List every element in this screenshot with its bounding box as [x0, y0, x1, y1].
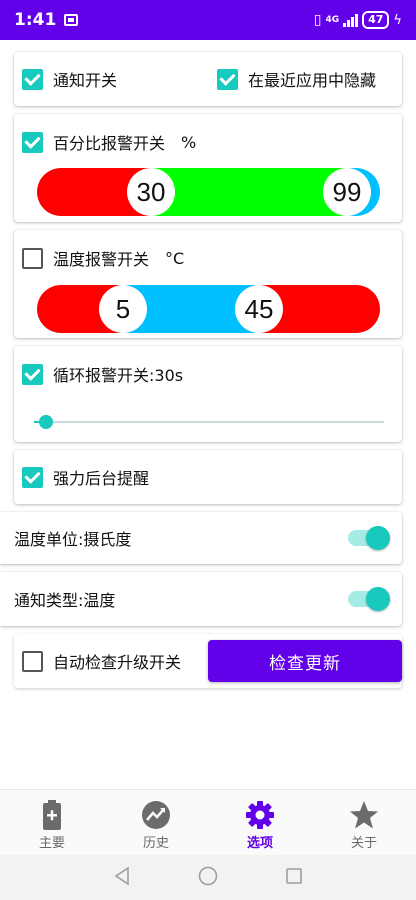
chart-trend-icon [141, 798, 171, 832]
percent-unit: % [181, 132, 197, 152]
percent-range-bar[interactable]: 30 99 [37, 168, 380, 216]
temp-high-knob[interactable]: 45 [235, 285, 283, 333]
temp-unit: °C [165, 248, 185, 268]
notify-switch[interactable]: 通知开关 [22, 67, 117, 91]
temp-unit-label: 温度单位:摄氏度 [14, 530, 132, 549]
nav-about-label: 关于 [350, 836, 377, 851]
foreground-checkbox[interactable] [22, 466, 43, 488]
temp-alarm-checkbox[interactable] [22, 247, 43, 269]
auto-update-label: 自动检查升级开关 [53, 653, 182, 672]
status-time: 1:41 [14, 10, 57, 30]
recents-icon[interactable] [286, 867, 302, 888]
loop-slider-track[interactable] [34, 421, 384, 423]
home-icon[interactable] [198, 866, 218, 890]
temp-unit-row[interactable]: 温度单位:摄氏度 [0, 512, 402, 564]
notify-type-row[interactable]: 通知类型:温度 [0, 572, 402, 626]
vibrate-icon: ▯ [313, 12, 322, 28]
back-icon[interactable] [114, 866, 130, 889]
temp-alarm-toggle[interactable]: 温度报警开关 °C [22, 246, 184, 270]
hide-recents-switch[interactable]: 在最近应用中隐藏 [217, 67, 376, 91]
hide-recents-label: 在最近应用中隐藏 [248, 71, 377, 90]
percent-high-knob[interactable]: 99 [323, 168, 371, 216]
hide-recents-checkbox[interactable] [217, 68, 239, 90]
battery-level: 47 [362, 11, 390, 29]
percent-range-mid [151, 168, 347, 216]
loop-alarm-card: 循环报警开关:30s [14, 346, 402, 442]
temp-alarm-card: 温度报警开关 °C 5 45 [14, 230, 402, 338]
gear-icon [245, 798, 275, 832]
loop-alarm-checkbox[interactable] [22, 363, 43, 385]
temp-range-bar[interactable]: 5 45 [37, 285, 380, 333]
sim-card-icon [64, 14, 79, 26]
update-card: 自动检查升级开关 检查更新 [14, 634, 402, 688]
nav-main[interactable]: 主要 [0, 790, 104, 855]
percent-alarm-card: 百分比报警开关 % 30 99 [14, 114, 402, 222]
nav-history-label: 历史 [142, 836, 169, 851]
percent-alarm-label: 百分比报警开关 [53, 134, 166, 153]
nav-options-label: 选项 [246, 836, 273, 851]
nav-about[interactable]: 关于 [312, 790, 416, 855]
status-icons: ▯ 4G 47 ϟ [314, 11, 402, 29]
bottom-nav: 主要 历史 选项 关于 [0, 789, 416, 855]
loop-slider-thumb[interactable] [39, 415, 53, 429]
star-icon [349, 798, 379, 832]
auto-update-checkbox[interactable] [22, 650, 43, 672]
foreground-label: 强力后台提醒 [53, 469, 150, 488]
loop-alarm-toggle[interactable]: 循环报警开关:30s [22, 362, 183, 386]
notify-type-label: 通知类型:温度 [14, 591, 116, 610]
foreground-toggle[interactable]: 强力后台提醒 [14, 450, 402, 504]
temp-alarm-label: 温度报警开关 [53, 250, 150, 269]
network-type: 4G [325, 15, 340, 25]
temp-low-knob[interactable]: 5 [99, 285, 147, 333]
status-bar: 1:41 ▯ 4G 47 ϟ [0, 0, 416, 40]
percent-alarm-checkbox[interactable] [22, 131, 43, 153]
notify-type-switch-thumb [366, 587, 390, 611]
system-nav-bar [0, 855, 416, 900]
temp-unit-switch[interactable] [348, 526, 390, 550]
charging-icon: ϟ [393, 12, 402, 28]
nav-main-label: 主要 [38, 836, 65, 851]
notify-switch-label: 通知开关 [53, 71, 118, 90]
temp-unit-switch-thumb [366, 526, 390, 550]
notify-card: 通知开关 在最近应用中隐藏 [14, 52, 402, 106]
check-update-button[interactable]: 检查更新 [208, 640, 402, 682]
notify-switch-checkbox[interactable] [22, 68, 43, 90]
nav-history[interactable]: 历史 [104, 790, 208, 855]
percent-alarm-toggle[interactable]: 百分比报警开关 % [22, 130, 196, 154]
foreground-card: 强力后台提醒 [14, 450, 402, 504]
battery-plus-icon [43, 798, 61, 832]
loop-alarm-label: 循环报警开关:30s [53, 366, 184, 385]
notify-type-switch[interactable] [348, 587, 390, 611]
nav-options[interactable]: 选项 [208, 790, 312, 855]
signal-icon [343, 13, 359, 27]
percent-low-knob[interactable]: 30 [127, 168, 175, 216]
